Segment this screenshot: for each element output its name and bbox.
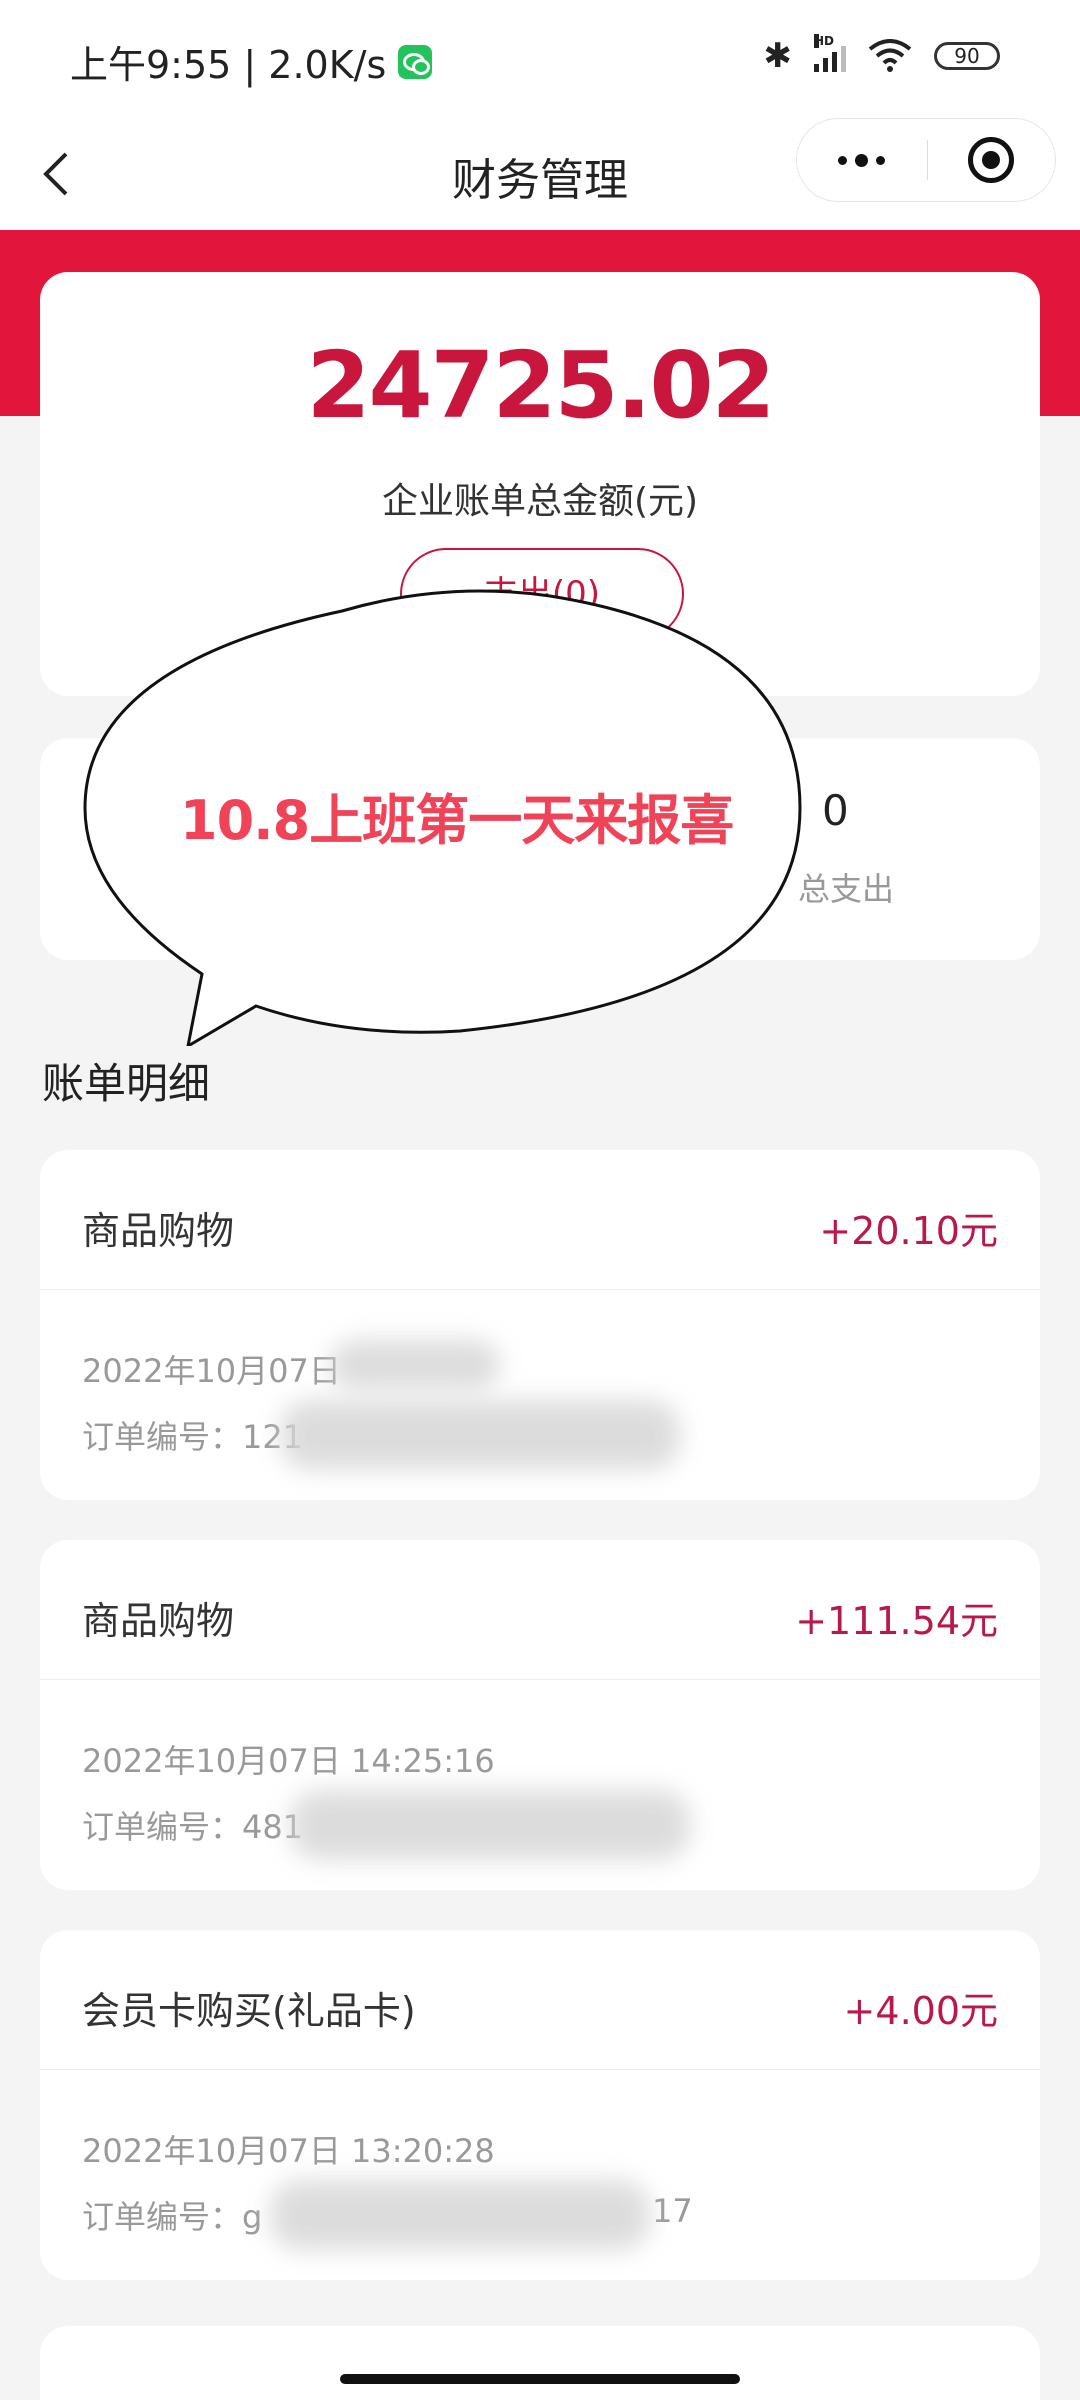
hd-label: HD [814, 34, 835, 48]
more-dot-icon [876, 155, 886, 165]
redaction-blur [270, 2180, 650, 2250]
wifi-icon [868, 39, 912, 72]
bill-title: 商品购物 [82, 1209, 235, 1253]
bill-amount: +111.54元 [795, 1599, 998, 1643]
bill-title: 会员卡购买(礼品卡) [82, 1989, 416, 2033]
redaction-blur [330, 1340, 500, 1390]
wechat-icon [398, 44, 433, 79]
total-amount-label: 企业账单总金额(元) [381, 481, 699, 522]
bluetooth-icon: ✱ [763, 36, 793, 76]
status-time: 上午9:55 | 2.0K/s [70, 34, 433, 89]
bill-card[interactable] [40, 2326, 1040, 2400]
bill-amount: +20.10元 [819, 1209, 998, 1253]
bill-title: 商品购物 [82, 1599, 235, 1643]
close-miniprogram-button[interactable] [928, 119, 1056, 201]
bill-card[interactable]: 商品购物 +111.54元 2022年10月07日 14:25:16 订单编号：… [40, 1540, 1040, 1890]
bill-amount: +4.00元 [843, 1989, 998, 2033]
bill-order-tail: 17 [652, 2192, 693, 2230]
overlay-caption: 10.8上班第一天来报喜 [180, 789, 734, 852]
mini-program-capsule [796, 118, 1056, 202]
bill-card[interactable]: 会员卡购买(礼品卡) +4.00元 2022年10月07日 13:20:28 订… [40, 1930, 1040, 2280]
more-button[interactable] [797, 119, 927, 201]
bill-card[interactable]: 商品购物 +20.10元 2022年10月07日 订单编号：121 [40, 1150, 1040, 1500]
more-dot-icon [855, 153, 869, 167]
total-expense-value: 0 [822, 786, 849, 835]
redaction-blur [280, 1400, 680, 1470]
home-indicator [340, 2374, 740, 2384]
redaction-blur [290, 1790, 690, 1860]
bill-order-number: 订单编号：481 [82, 1808, 304, 1846]
bill-order-number: 订单编号：121 [82, 1418, 304, 1456]
battery-indicator: 90 [934, 42, 1000, 70]
section-title: 账单明细 [42, 1059, 211, 1108]
status-icons: ✱ HD 90 [763, 34, 1000, 76]
more-dot-icon [838, 155, 848, 165]
target-icon [968, 137, 1015, 183]
bill-header: 会员卡购买(礼品卡) +4.00元 [40, 1930, 1040, 2070]
cell-signal-icon: HD [814, 34, 846, 72]
bill-order-number: 订单编号：g [82, 2198, 263, 2236]
total-expense-label: 总支出 [798, 870, 895, 908]
bill-header: 商品购物 +20.10元 [40, 1150, 1040, 1290]
total-amount: 24725.02 [306, 332, 775, 439]
bill-date: 2022年10月07日 13:20:28 [82, 2132, 495, 2170]
nav-bar: 财务管理 [0, 118, 1080, 230]
status-bar: 上午9:55 | 2.0K/s ✱ HD 90 [0, 0, 1080, 118]
bill-date: 2022年10月07日 [82, 1352, 341, 1390]
bill-header: 商品购物 +111.54元 [40, 1540, 1040, 1680]
status-time-text: 上午9:55 | 2.0K/s [70, 43, 387, 87]
bill-date: 2022年10月07日 14:25:16 [82, 1742, 495, 1780]
